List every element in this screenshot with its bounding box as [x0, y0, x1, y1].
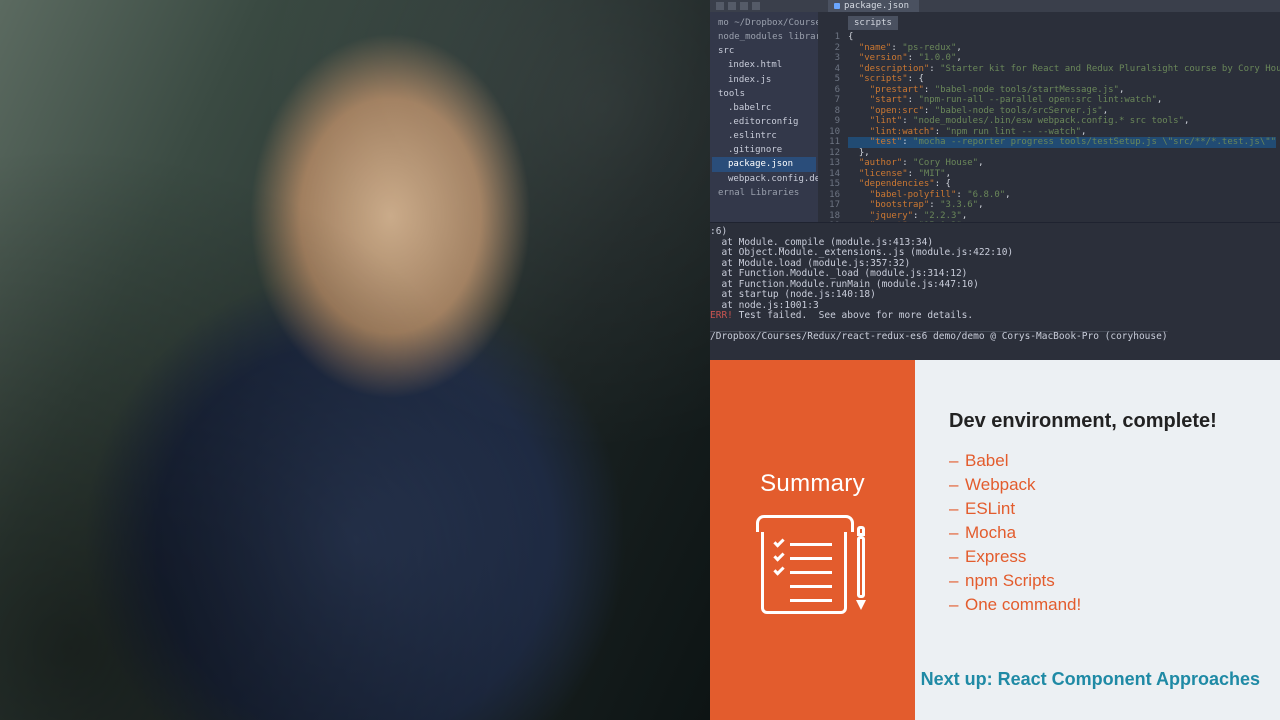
tree-item[interactable]: node_modules library root — [712, 30, 816, 44]
tree-item[interactable]: tools — [712, 87, 816, 101]
line-number: 12 — [818, 148, 846, 159]
tree-item[interactable]: index.html — [712, 58, 816, 72]
line-number: 11 — [818, 137, 846, 148]
file-icon — [834, 3, 840, 9]
toolbar-button-icon[interactable] — [716, 2, 724, 10]
line-number: 4 — [818, 64, 846, 75]
tree-item[interactable]: src — [712, 44, 816, 58]
line-number: 2 — [818, 43, 846, 54]
line-number: 15 — [818, 179, 846, 190]
line-number: 16 — [818, 190, 846, 201]
tree-item[interactable]: webpack.config.dev.js — [712, 172, 816, 186]
next-up-text: Next up: React Component Approaches — [921, 669, 1260, 690]
project-header: mo ~/Dropbox/Courses/Re — [712, 16, 816, 30]
line-number: 6 — [818, 85, 846, 96]
summary-list: BabelWebpackESLintMochaExpressnpm Script… — [949, 449, 1262, 617]
line-number: 18 — [818, 211, 846, 222]
tree-item[interactable]: .babelrc — [712, 101, 816, 115]
line-number: 7 — [818, 95, 846, 106]
tree-item[interactable]: .editorconfig — [712, 115, 816, 129]
line-number: 9 — [818, 116, 846, 127]
line-number: 8 — [818, 106, 846, 117]
list-item: Mocha — [949, 521, 1262, 545]
ide-window: package.json mo ~/Dropbox/Courses/Re nod… — [710, 0, 1280, 360]
tree-item[interactable]: ernal Libraries — [712, 186, 816, 200]
pen-icon — [857, 526, 865, 610]
slide-right-panel: Dev environment, complete! BabelWebpackE… — [915, 360, 1280, 720]
line-number: 5 — [818, 74, 846, 85]
list-item: Babel — [949, 449, 1262, 473]
list-item: npm Scripts — [949, 569, 1262, 593]
toolbar-button-icon[interactable] — [740, 2, 748, 10]
line-number: 14 — [818, 169, 846, 180]
toolbar-button-icon[interactable] — [728, 2, 736, 10]
line-number: 13 — [818, 158, 846, 169]
notepad-icon — [710, 522, 915, 614]
toolbar-button-icon[interactable] — [752, 2, 760, 10]
terminal-panel[interactable]: :6) at Module._compile (module.js:413:34… — [710, 222, 1280, 360]
line-number: 3 — [818, 53, 846, 64]
ide-toolbar — [710, 0, 1280, 12]
line-number: 10 — [818, 127, 846, 138]
breadcrumb-chip[interactable]: scripts — [848, 16, 898, 30]
list-item: Express — [949, 545, 1262, 569]
tree-item[interactable]: package.json — [712, 157, 816, 171]
editor-tab[interactable]: package.json — [828, 0, 919, 12]
presenter-photo — [0, 0, 710, 720]
list-item: One command! — [949, 593, 1262, 617]
line-number: 17 — [818, 200, 846, 211]
slide-heading: Dev environment, complete! — [949, 410, 1262, 433]
summary-slide: Summary Dev environment, complete! Babel… — [710, 360, 1280, 720]
summary-title: Summary — [710, 470, 915, 498]
list-item: Webpack — [949, 473, 1262, 497]
tree-item[interactable]: .gitignore — [712, 143, 816, 157]
tree-item[interactable]: .eslintrc — [712, 129, 816, 143]
code-content: { "name": "ps-redux", "version": "1.0.0"… — [848, 32, 1276, 232]
tree-item[interactable]: index.js — [712, 73, 816, 87]
line-number: 1 — [818, 32, 846, 43]
line-number-gutter: 12345678910111213141516171819 — [818, 32, 846, 232]
list-item: ESLint — [949, 497, 1262, 521]
slide-left-panel: Summary — [710, 360, 915, 720]
editor-tab-label: package.json — [844, 0, 909, 12]
